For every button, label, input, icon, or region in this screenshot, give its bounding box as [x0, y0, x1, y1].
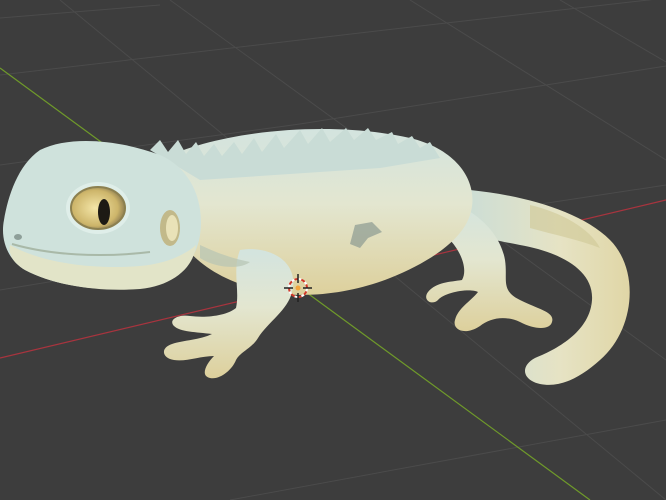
lizard-model[interactable] — [2, 128, 630, 385]
3d-viewport[interactable] — [0, 0, 666, 500]
